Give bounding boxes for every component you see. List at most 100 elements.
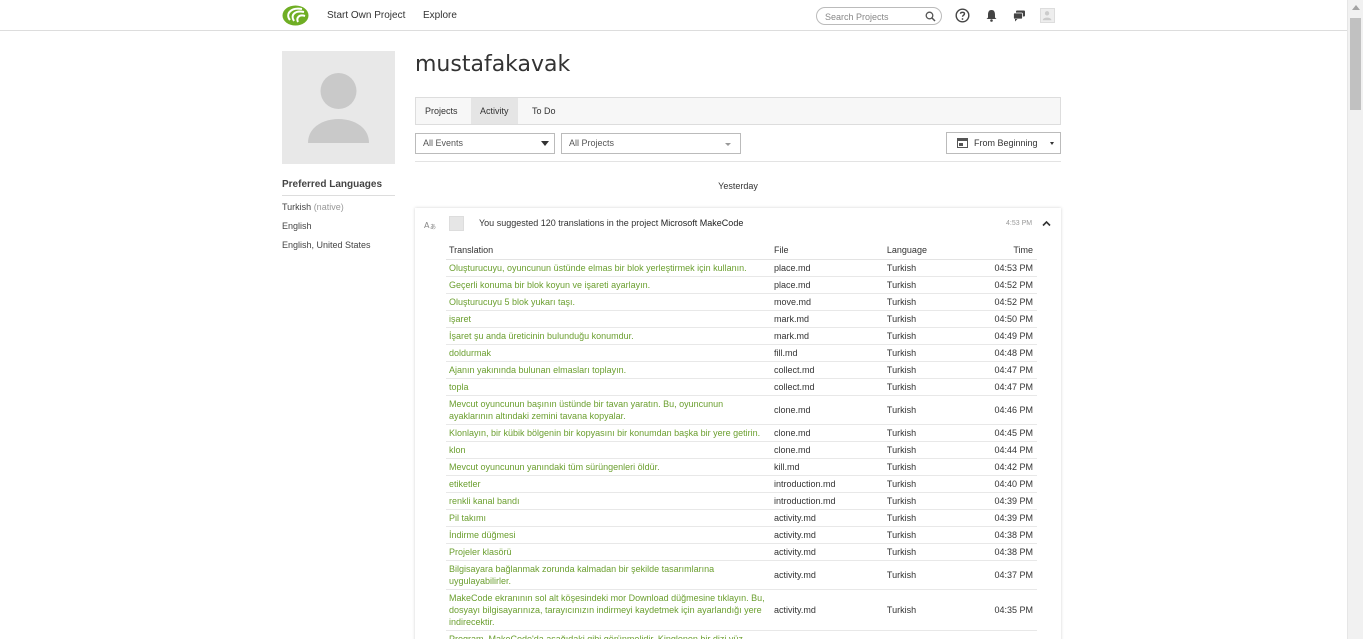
bell-icon[interactable] <box>984 8 999 23</box>
time-cell: 04:50 PM <box>960 310 1037 328</box>
translation-cell[interactable]: Klonlayın, bir kübik bölgenin bir kopyas… <box>446 424 771 442</box>
table-row: MakeCode ekranının sol alt köşesindeki m… <box>446 589 1037 631</box>
chat-bubbles-icon[interactable] <box>1012 8 1027 23</box>
translation-cell[interactable]: doldurmak <box>446 344 771 362</box>
table-row: etiketler introduction.md Turkish 04:40 PM <box>446 475 1037 493</box>
divider <box>415 161 1061 162</box>
table-row: Program, MakeCode'da aşağıdaki gibi görü… <box>446 630 1037 639</box>
events-filter-value: All Events <box>423 138 464 148</box>
table-row: Klonlayın, bir kübik bölgenin bir kopyas… <box>446 424 1037 442</box>
events-filter-select[interactable]: All Events <box>415 133 555 154</box>
user-avatar-icon <box>449 216 464 231</box>
time-cell: 04:53 PM <box>960 259 1037 277</box>
translation-cell[interactable]: topla <box>446 378 771 396</box>
language-cell: Turkish <box>883 458 961 476</box>
language-cell: Turkish <box>883 310 961 328</box>
activity-summary-text: You suggested 120 translations in the pr… <box>479 218 661 228</box>
project-link[interactable]: Microsoft MakeCode <box>661 218 744 228</box>
translation-cell[interactable]: Program, MakeCode'da aşağıdaki gibi görü… <box>446 630 771 639</box>
translation-cell[interactable]: Pil takımı <box>446 509 771 527</box>
translation-cell[interactable]: Bilgisayara bağlanmak zorunda kalmadan b… <box>446 560 771 590</box>
start-own-project-link[interactable]: Start Own Project <box>327 10 405 21</box>
default-user-icon <box>308 73 369 143</box>
translation-cell[interactable]: Projeler klasörü <box>446 543 771 561</box>
crowdin-logo-icon[interactable] <box>282 5 309 26</box>
file-cell: kill.md <box>771 458 884 476</box>
table-header-row: Translation File Language Time <box>446 242 1037 260</box>
language-cell: Turkish <box>883 441 961 459</box>
translation-cell[interactable]: klon <box>446 441 771 459</box>
translation-cell[interactable]: Oluşturucuyu, oyuncunun üstünde elmas bi… <box>446 259 771 277</box>
file-cell: introduction.md <box>771 475 884 493</box>
table-row: klon clone.md Turkish 04:44 PM <box>446 441 1037 459</box>
tab-activity[interactable]: Activity <box>471 98 518 124</box>
translation-cell[interactable]: renkli kanal bandı <box>446 492 771 510</box>
time-cell: 04:39 PM <box>960 492 1037 510</box>
language-cell: Turkish <box>883 589 961 631</box>
language-cell: Turkish <box>883 492 961 510</box>
time-cell: 04:49 PM <box>960 327 1037 345</box>
svg-text:あ: あ <box>430 224 436 231</box>
translations-table-body: Oluşturucuyu, oyuncunun üstünde elmas bi… <box>446 259 1037 639</box>
time-cell: 04:52 PM <box>960 293 1037 311</box>
column-header: File <box>771 242 884 260</box>
language-cell: Turkish <box>883 344 961 362</box>
preferred-languages-title: Preferred Languages <box>282 179 395 196</box>
search-input[interactable] <box>825 11 925 22</box>
table-row: Oluşturucuyu, oyuncunun üstünde elmas bi… <box>446 259 1037 277</box>
top-navigation-bar: Start Own Project Explore <box>0 0 1347 31</box>
search-box[interactable] <box>816 7 942 25</box>
translation-cell[interactable]: Oluşturucuyu 5 blok yukarı taşı. <box>446 293 771 311</box>
translation-cell[interactable]: işaret <box>446 310 771 328</box>
file-cell: activity.md <box>771 543 884 561</box>
date-range-button[interactable]: From Beginning <box>946 132 1061 154</box>
column-header: Time <box>960 242 1037 260</box>
projects-filter-value: All Projects <box>569 138 615 148</box>
language-name: English, United States <box>282 240 371 250</box>
tab-projects[interactable]: Projects <box>416 98 467 124</box>
caret-down-icon <box>1050 142 1054 145</box>
translation-cell[interactable]: İşaret şu anda üreticinin bulunduğu konu… <box>446 327 771 345</box>
scrollbar-thumb[interactable] <box>1350 18 1361 110</box>
language-cell: Turkish <box>883 424 961 442</box>
translation-cell[interactable]: Ajanın yakınında bulunan elmasları topla… <box>446 361 771 379</box>
time-cell <box>960 630 1037 639</box>
chevron-up-icon[interactable] <box>1042 219 1051 228</box>
time-cell: 04:47 PM <box>960 361 1037 379</box>
table-row: topla collect.md Turkish 04:47 PM <box>446 378 1037 396</box>
translation-cell[interactable]: Mevcut oyuncunun yanındaki tüm sürüngenl… <box>446 458 771 476</box>
file-cell: mark.md <box>771 310 884 328</box>
user-avatar-icon[interactable] <box>1040 8 1055 23</box>
file-cell: introduction.md <box>771 492 884 510</box>
language-name: English <box>282 221 312 231</box>
file-cell: collect.md <box>771 378 884 396</box>
file-cell: clone.md <box>771 441 884 459</box>
scroll-up-arrow-icon[interactable] <box>1352 5 1360 10</box>
time-cell: 04:35 PM <box>960 589 1037 631</box>
date-range-label: From Beginning <box>974 138 1038 148</box>
language-cell <box>883 630 961 639</box>
magnifier-icon[interactable] <box>925 11 936 22</box>
page-scrollbar[interactable] <box>1347 0 1363 639</box>
translation-cell[interactable]: MakeCode ekranının sol alt köşesindeki m… <box>446 589 771 631</box>
translation-cell[interactable]: İndirme düğmesi <box>446 526 771 544</box>
translate-icon: A あ <box>424 219 438 231</box>
tab-todo[interactable]: To Do <box>523 98 565 124</box>
language-cell: Turkish <box>883 560 961 590</box>
file-cell: activity.md <box>771 509 884 527</box>
language-cell: Turkish <box>883 293 961 311</box>
projects-filter-select[interactable]: All Projects <box>561 133 741 154</box>
table-row: işaret mark.md Turkish 04:50 PM <box>446 310 1037 328</box>
time-cell: 04:44 PM <box>960 441 1037 459</box>
translation-cell[interactable]: etiketler <box>446 475 771 493</box>
language-item: English, United States <box>282 240 371 250</box>
language-cell: Turkish <box>883 361 961 379</box>
language-item: Turkish (native) <box>282 202 344 212</box>
explore-link[interactable]: Explore <box>423 10 457 21</box>
file-cell: collect.md <box>771 361 884 379</box>
translation-cell[interactable]: Mevcut oyuncunun başının üstünde bir tav… <box>446 395 771 425</box>
time-cell: 04:45 PM <box>960 424 1037 442</box>
question-circle-icon[interactable] <box>955 8 970 23</box>
language-name: Turkish <box>282 202 312 212</box>
translation-cell[interactable]: Geçerli konuma bir blok koyun ve işareti… <box>446 276 771 294</box>
